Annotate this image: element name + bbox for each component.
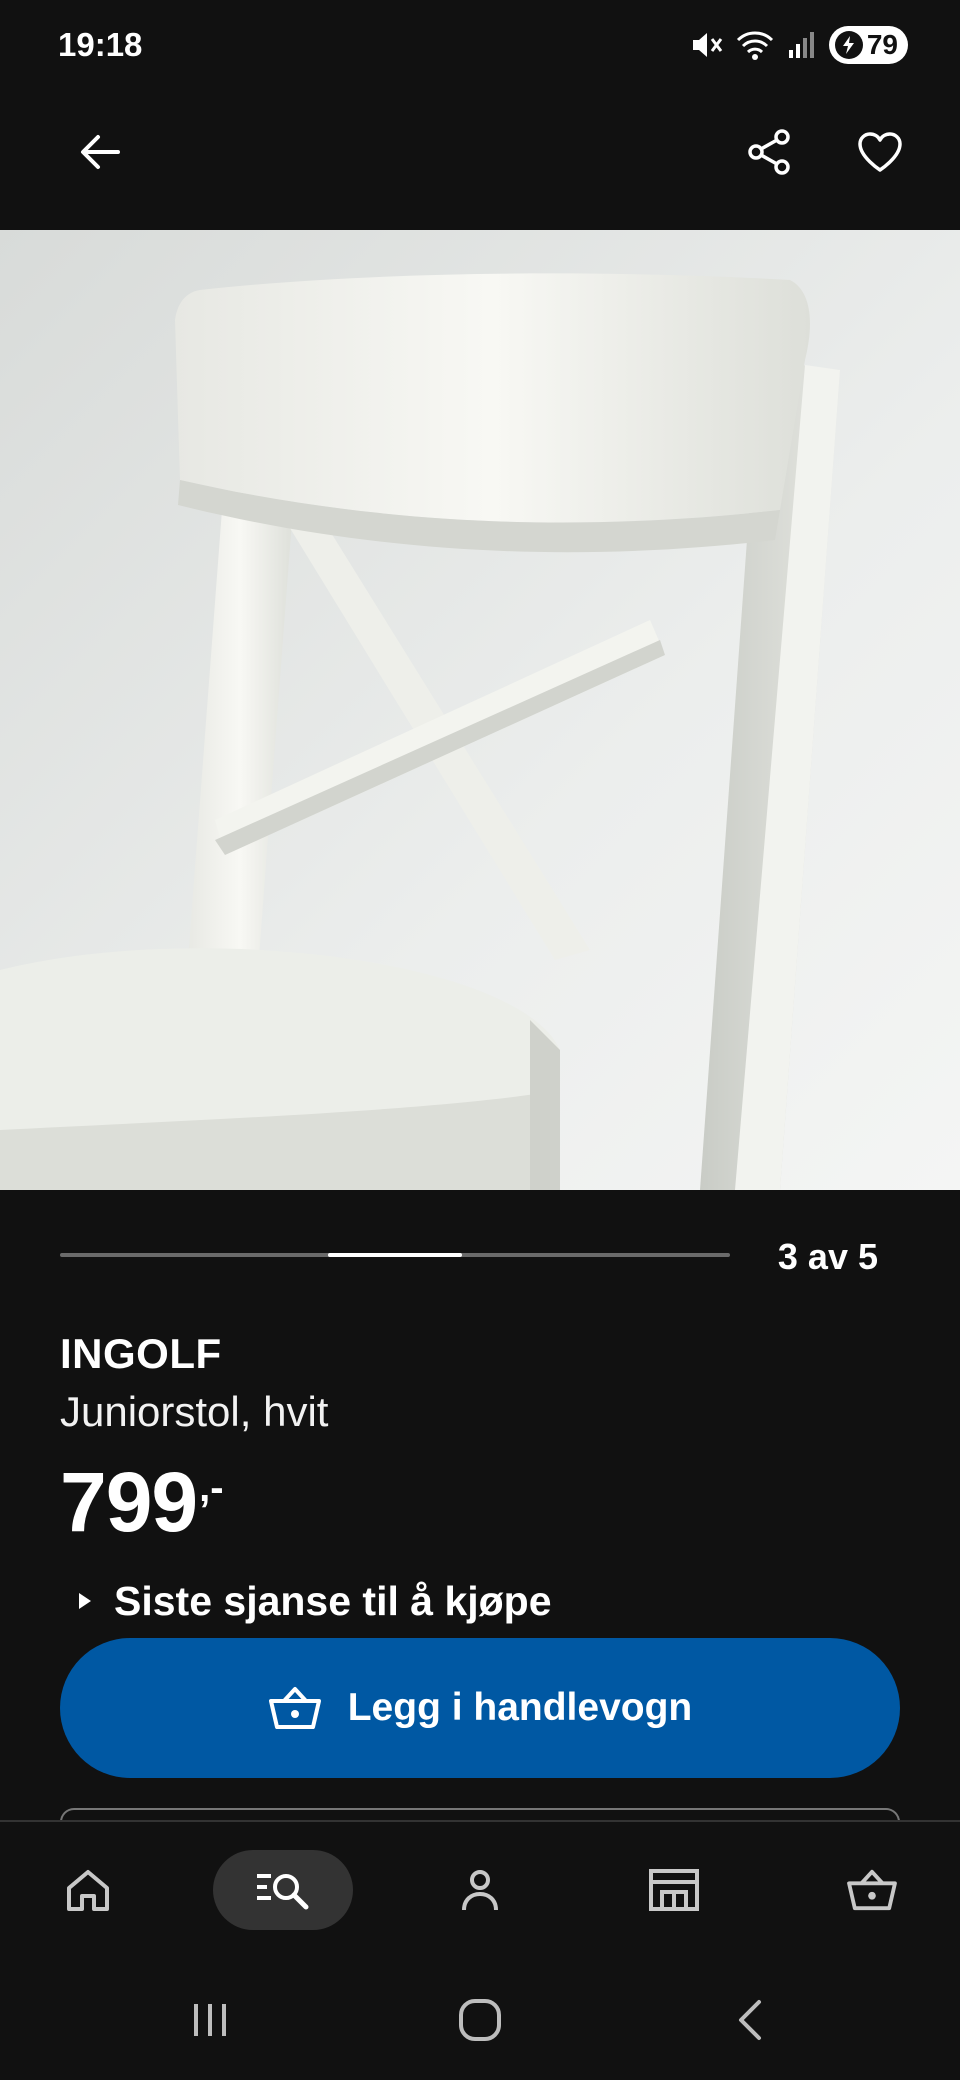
battery-icon: 79	[828, 26, 908, 64]
tab-cart[interactable]	[832, 1850, 912, 1930]
home-circle-icon	[459, 1999, 501, 2041]
tab-home[interactable]	[48, 1850, 128, 1930]
tab-search[interactable]	[213, 1850, 353, 1930]
recent-apps-button[interactable]	[170, 1990, 250, 2050]
store-icon	[649, 1869, 699, 1911]
caret-right-icon	[79, 1593, 91, 1609]
top-nav	[0, 90, 960, 230]
search-icon	[257, 1874, 309, 1910]
product-price: 799 ,-	[60, 1460, 224, 1544]
price-value: 799	[60, 1455, 198, 1549]
home-icon	[67, 1870, 109, 1911]
product-image[interactable]	[0, 230, 960, 1190]
chair-image	[0, 230, 960, 1190]
mute-icon	[689, 30, 723, 60]
notice-text: Siste sjanse til å kjøpe	[114, 1577, 552, 1624]
price-suffix: ,-	[199, 1466, 224, 1510]
basket-icon	[268, 1687, 321, 1729]
back-button[interactable]	[60, 112, 140, 192]
profile-icon	[462, 1870, 498, 1911]
share-icon	[748, 129, 790, 175]
home-system-button[interactable]	[440, 1990, 520, 2050]
image-carousel-indicator: 3 av 5	[0, 1190, 960, 1320]
product-name: INGOLF	[60, 1330, 222, 1377]
add-to-cart-button[interactable]: Legg i handlevogn	[60, 1638, 900, 1778]
heart-icon	[858, 132, 902, 172]
system-back-button[interactable]	[710, 1990, 790, 2050]
wifi-icon	[735, 29, 775, 61]
carousel-track	[60, 1253, 730, 1257]
basket-icon	[847, 1869, 897, 1911]
status-time: 19:18	[58, 26, 143, 63]
bottom-nav	[0, 1820, 960, 1960]
system-nav	[0, 1960, 960, 2080]
carousel-progress	[328, 1253, 462, 1257]
last-chance-notice[interactable]: Siste sjanse til å kjøpe	[78, 1576, 552, 1626]
status-icons: 79	[689, 24, 908, 66]
product-description: Juniorstol, hvit	[60, 1388, 329, 1435]
chevron-left-icon	[739, 2000, 761, 2040]
signal-icon	[787, 30, 817, 60]
favorite-button[interactable]	[840, 112, 920, 192]
tab-store[interactable]	[634, 1850, 714, 1930]
tab-profile[interactable]	[440, 1850, 520, 1930]
status-bar: 19:18 79	[0, 0, 960, 90]
back-arrow-icon	[81, 135, 120, 169]
battery-level: 79	[866, 29, 898, 60]
add-to-cart-label: Legg i handlevogn	[347, 1686, 693, 1729]
image-counter: 3 av 5	[777, 1236, 878, 1277]
recent-apps-icon	[194, 2004, 226, 2036]
share-button[interactable]	[730, 112, 810, 192]
